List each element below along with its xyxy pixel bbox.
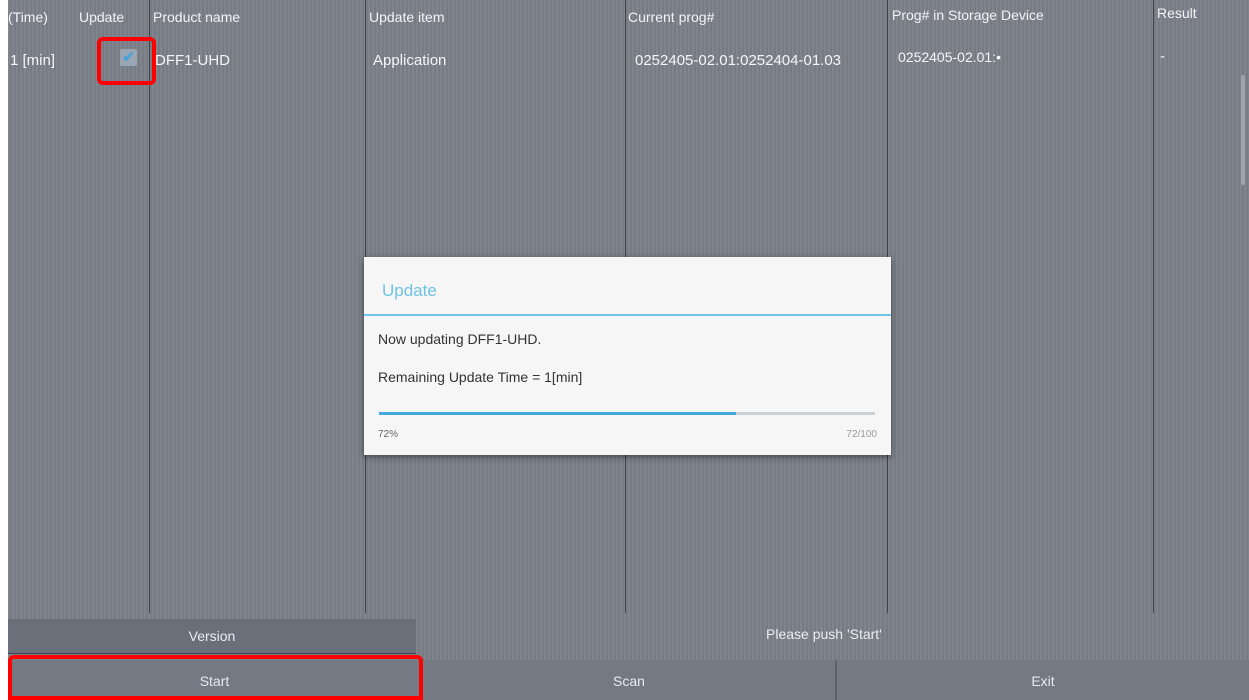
row-product-name: DFF1-UHD: [155, 52, 230, 69]
update-screen: (Time) Update Product name Update item C…: [8, 0, 1249, 700]
status-text: Please push 'Start': [766, 626, 882, 642]
header-current-prog: Current prog#: [628, 9, 715, 25]
progress-bar: [379, 412, 875, 415]
start-highlight-box: [8, 655, 423, 700]
row-storage-prog: 0252405-02.01:•: [898, 49, 1001, 65]
scrollbar[interactable]: [1241, 75, 1245, 185]
dialog-message: Now updating DFF1-UHD.: [378, 331, 542, 347]
progress-percent: 72%: [378, 429, 399, 440]
row-current-prog: 0252405-02.01:0252404-01.03: [635, 52, 842, 69]
scan-button[interactable]: Scan: [423, 660, 835, 700]
header-product-name: Product name: [153, 9, 241, 25]
row-update-item: Application: [373, 52, 447, 69]
exit-button[interactable]: Exit: [837, 660, 1249, 700]
header-update-item: Update item: [369, 9, 445, 25]
row-time: 1 [min]: [10, 52, 56, 69]
row-result: -: [1160, 48, 1165, 65]
dialog-divider: [364, 314, 891, 316]
column-divider: [149, 0, 150, 613]
header-result: Result: [1157, 5, 1197, 21]
header-time: (Time): [8, 9, 48, 25]
version-button[interactable]: Version: [8, 619, 416, 654]
header-update: Update: [79, 9, 125, 25]
header-storage-prog: Prog# in Storage Device: [892, 7, 1044, 23]
progress-bar-fill: [379, 412, 737, 415]
dialog-title: Update: [382, 281, 437, 300]
column-divider: [1153, 0, 1154, 613]
update-dialog: Update Now updating DFF1-UHD. Remaining …: [364, 257, 891, 455]
remaining-time-text: Remaining Update Time = 1[min]: [378, 369, 583, 385]
checkbox-highlight-box: [97, 37, 156, 85]
progress-count: 72/100: [846, 429, 877, 440]
